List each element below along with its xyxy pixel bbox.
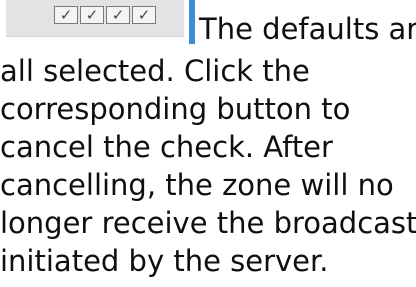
paragraph-line-3: corresponding button to (0, 92, 351, 126)
zone-checkbox-2[interactable]: ✓ (80, 6, 104, 24)
paragraph-line-6: longer receive the broadcast (0, 206, 416, 240)
first-line: ✓ ✓ ✓ ✓ The defaults are (0, 0, 416, 46)
document-excerpt: ✓ ✓ ✓ ✓ The defaults are all selected. C… (0, 0, 416, 287)
paragraph-line-2: all selected. Click the (0, 54, 310, 88)
zone-checkboxes: ✓ ✓ ✓ ✓ (54, 6, 166, 24)
paragraph-line-1: The defaults are (199, 12, 416, 46)
paragraph-line-5: cancelling, the zone will no (0, 168, 394, 202)
paragraph-body: all selected. Click the corresponding bu… (0, 52, 416, 280)
paragraph-line-7: initiated by the server. (0, 244, 329, 278)
zone-checkbox-1[interactable]: ✓ (54, 6, 78, 24)
zone-checkbox-strip: ✓ ✓ ✓ ✓ (6, 0, 184, 37)
zone-checkbox-4[interactable]: ✓ (132, 6, 156, 24)
accent-bar (189, 0, 195, 44)
zone-checkbox-3[interactable]: ✓ (106, 6, 130, 24)
paragraph-line-4: cancel the check. After (0, 130, 333, 164)
